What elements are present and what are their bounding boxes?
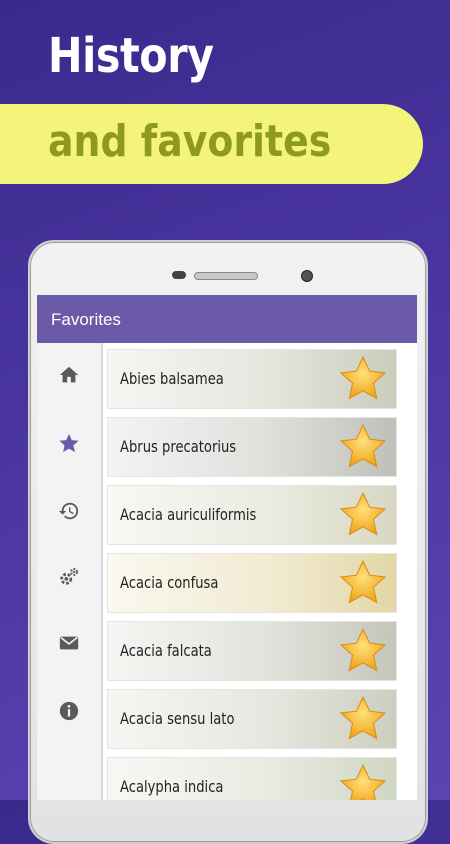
list-item-label: Abies balsamea bbox=[120, 369, 224, 388]
mail-icon bbox=[59, 636, 79, 650]
history-icon bbox=[58, 502, 79, 520]
phone-camera bbox=[301, 270, 313, 282]
favorite-star-icon[interactable] bbox=[338, 762, 388, 800]
nav-mail[interactable] bbox=[57, 631, 81, 655]
list-item-label: Acacia confusa bbox=[120, 573, 219, 592]
list-item-label: Acacia falcata bbox=[120, 641, 212, 660]
list-item[interactable]: Abies balsamea bbox=[107, 349, 397, 409]
phone-sensor bbox=[172, 271, 186, 279]
promo-subtitle: and favorites bbox=[48, 116, 332, 167]
nav-favorites[interactable] bbox=[57, 431, 81, 455]
list-item-label: Acalypha indica bbox=[120, 777, 224, 796]
star-icon bbox=[59, 433, 79, 453]
nav-settings[interactable] bbox=[57, 565, 81, 589]
list-item[interactable]: Acacia confusa bbox=[107, 553, 397, 613]
list-item[interactable]: Abrus precatorius bbox=[107, 417, 397, 477]
app-bar: Favorites bbox=[37, 295, 417, 343]
list-item[interactable]: Acacia falcata bbox=[107, 621, 397, 681]
home-icon bbox=[59, 366, 79, 383]
list-item[interactable]: Acalypha indica bbox=[107, 757, 397, 800]
phone-speaker bbox=[194, 272, 258, 280]
favorites-list: Abies balsamea Abrus precatorius Acacia … bbox=[103, 343, 417, 800]
nav-home[interactable] bbox=[57, 363, 81, 387]
list-item[interactable]: Acacia auriculiformis bbox=[107, 485, 397, 545]
app-bar-title: Favorites bbox=[51, 310, 121, 329]
favorite-star-icon[interactable] bbox=[338, 354, 388, 404]
list-item-label: Acacia auriculiformis bbox=[120, 505, 257, 524]
list-item-label: Abrus precatorius bbox=[120, 437, 237, 456]
list-item-label: Acacia sensu lato bbox=[120, 709, 235, 728]
app-screen: Favorites Abies balsamea Abrus precatori… bbox=[37, 295, 417, 800]
nav-rail bbox=[37, 343, 103, 800]
favorite-star-icon[interactable] bbox=[338, 694, 388, 744]
list-item[interactable]: Acacia sensu lato bbox=[107, 689, 397, 749]
favorite-star-icon[interactable] bbox=[338, 558, 388, 608]
nav-info[interactable] bbox=[57, 699, 81, 723]
settings-icon bbox=[60, 568, 78, 585]
favorite-star-icon[interactable] bbox=[338, 422, 388, 472]
nav-history[interactable] bbox=[57, 499, 81, 523]
info-icon bbox=[59, 701, 79, 721]
favorite-star-icon[interactable] bbox=[338, 626, 388, 676]
promo-title: History bbox=[48, 28, 214, 84]
favorite-star-icon[interactable] bbox=[338, 490, 388, 540]
